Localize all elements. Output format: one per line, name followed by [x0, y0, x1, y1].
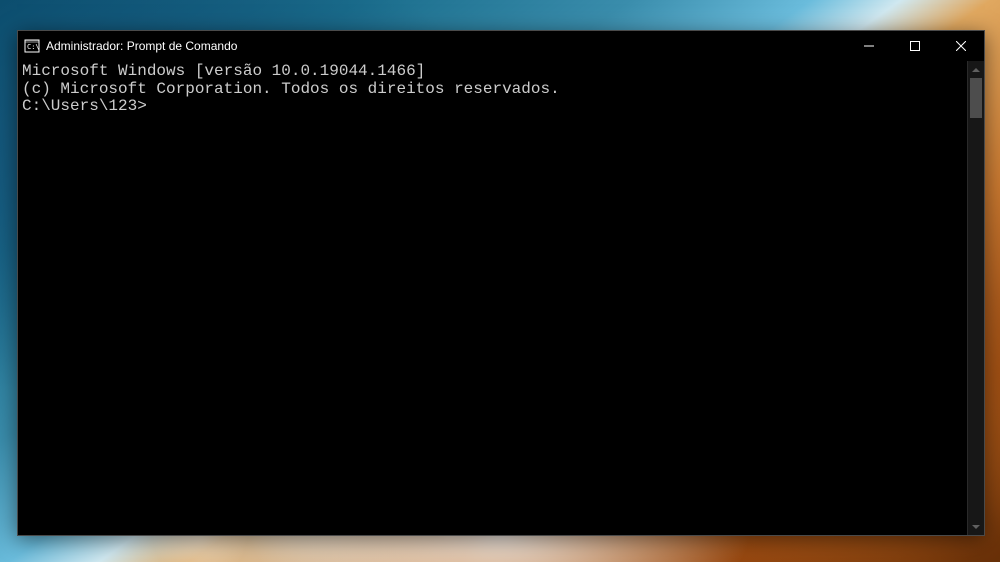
scroll-thumb[interactable]: [970, 78, 982, 118]
scroll-up-arrow-icon[interactable]: [968, 61, 984, 78]
cmd-icon: C:\: [24, 38, 40, 54]
terminal-content[interactable]: Microsoft Windows [versão 10.0.19044.146…: [18, 61, 967, 535]
minimize-button[interactable]: [846, 31, 892, 61]
maximize-button[interactable]: [892, 31, 938, 61]
terminal-prompt-line: C:\Users\123>: [22, 98, 963, 116]
terminal-cursor: [147, 99, 155, 115]
terminal-body: Microsoft Windows [versão 10.0.19044.146…: [18, 61, 984, 535]
scroll-down-arrow-icon[interactable]: [968, 518, 984, 535]
terminal-line-copyright: (c) Microsoft Corporation. Todos os dire…: [22, 81, 963, 99]
command-prompt-window: C:\ Administrador: Prompt de Comando: [17, 30, 985, 536]
vertical-scrollbar[interactable]: [967, 61, 984, 535]
svg-text:C:\: C:\: [27, 43, 40, 51]
close-button[interactable]: [938, 31, 984, 61]
terminal-line-version: Microsoft Windows [versão 10.0.19044.146…: [22, 63, 963, 81]
window-controls: [846, 31, 984, 61]
window-title: Administrador: Prompt de Comando: [46, 39, 237, 53]
terminal-prompt: C:\Users\123>: [22, 97, 147, 115]
titlebar-left: C:\ Administrador: Prompt de Comando: [18, 38, 237, 54]
scroll-track[interactable]: [968, 78, 984, 518]
window-titlebar[interactable]: C:\ Administrador: Prompt de Comando: [18, 31, 984, 61]
